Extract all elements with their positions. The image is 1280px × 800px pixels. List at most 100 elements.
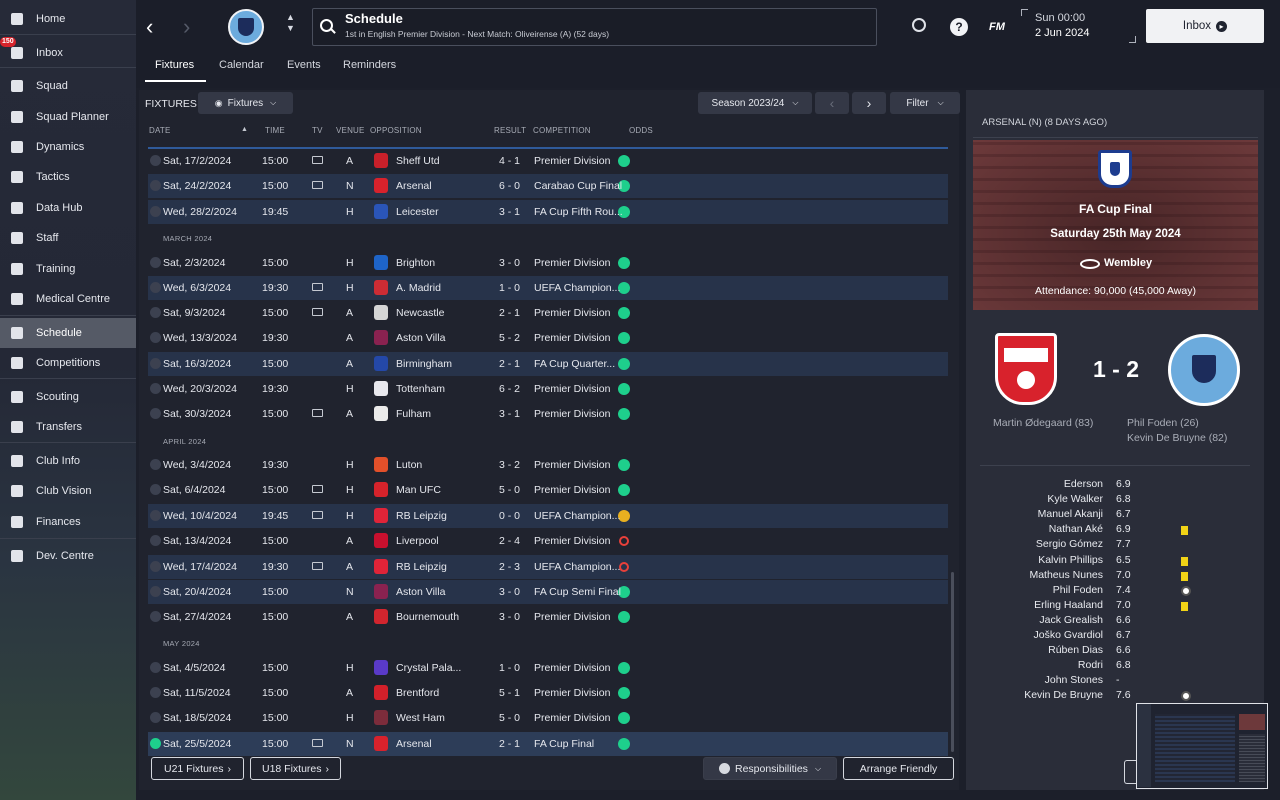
fixture-competition[interactable]: Premier Division: [534, 712, 610, 724]
game-date[interactable]: 2 Jun 2024: [1035, 27, 1089, 39]
fixture-row[interactable]: Sat, 16/3/2024 15:00 A Birmingham 2 - 1 FA Cu…: [148, 352, 948, 376]
player-rating-row[interactable]: Phil Foden 7.4: [975, 584, 1255, 599]
next-season-button[interactable]: ›: [852, 92, 886, 114]
player-rating-row[interactable]: Kyle Walker 6.8: [975, 493, 1255, 508]
fixture-competition[interactable]: Premier Division: [534, 383, 610, 395]
fixture-row[interactable]: Sat, 6/4/2024 15:00 H Man UFC 5 - 0 Premier D…: [148, 478, 948, 502]
fixture-opponent[interactable]: Newcastle: [396, 307, 444, 319]
fixture-competition[interactable]: Premier Division: [534, 257, 610, 269]
sidebar-item-dynamics[interactable]: Dynamics: [0, 132, 136, 162]
fixture-opponent[interactable]: Tottenham: [396, 383, 445, 395]
previous-season-button[interactable]: ‹: [815, 92, 849, 114]
select-checkbox[interactable]: [150, 307, 161, 318]
fixture-competition[interactable]: Premier Division: [534, 611, 610, 623]
fixture-competition[interactable]: Premier Division: [534, 459, 610, 471]
player-rating-row[interactable]: Joško Gvardiol 6.7: [975, 629, 1255, 644]
fixture-row[interactable]: Sat, 25/5/2024 15:00 N Arsenal 2 - 1 FA Cup F…: [148, 732, 948, 756]
fixture-score[interactable]: 2 - 1: [499, 307, 520, 319]
column-header-time[interactable]: TIME: [265, 126, 285, 135]
fixture-score[interactable]: 2 - 3: [499, 561, 520, 573]
season-dropdown[interactable]: Season 2023/24 ⌵: [698, 92, 812, 114]
fixture-competition[interactable]: Premier Division: [534, 687, 610, 699]
player-rating-row[interactable]: Sergio Gómez 7.7: [975, 538, 1255, 553]
club-switch-chevron-icon[interactable]: ▲ ▼: [286, 12, 295, 34]
sidebar-item-medical-centre[interactable]: Medical Centre: [0, 284, 136, 314]
fixture-score[interactable]: 2 - 4: [499, 535, 520, 547]
fixture-competition[interactable]: Premier Division: [534, 332, 610, 344]
sidebar-item-schedule[interactable]: Schedule: [0, 318, 136, 348]
responsibilities-button[interactable]: Responsibilities ⌵: [703, 757, 837, 780]
fixture-opponent[interactable]: Fulham: [396, 408, 431, 420]
arrange-friendly-button[interactable]: Arrange Friendly: [843, 757, 954, 780]
fixture-score[interactable]: 5 - 0: [499, 712, 520, 724]
back-arrow-icon[interactable]: ‹: [146, 14, 153, 40]
fixture-row[interactable]: Sat, 24/2/2024 15:00 N Arsenal 6 - 0 Carabao …: [148, 174, 948, 198]
sidebar-item-inbox[interactable]: Inbox: [0, 38, 136, 68]
fixture-opponent[interactable]: RB Leipzig: [396, 510, 447, 522]
fixture-score[interactable]: 3 - 0: [499, 257, 520, 269]
fixture-opponent[interactable]: Aston Villa: [396, 586, 445, 598]
player-rating-row[interactable]: Matheus Nunes 7.0: [975, 569, 1255, 584]
fixture-row[interactable]: Wed, 10/4/2024 19:45 H RB Leipzig 0 - 0 UEFA …: [148, 504, 948, 528]
fixture-competition[interactable]: Premier Division: [534, 307, 610, 319]
fixture-score[interactable]: 4 - 1: [499, 155, 520, 167]
fixture-row[interactable]: Wed, 6/3/2024 19:30 H A. Madrid 1 - 0 UEFA Ch…: [148, 276, 948, 300]
fixture-competition[interactable]: UEFA Champion...: [534, 561, 620, 573]
fixture-score[interactable]: 3 - 1: [499, 408, 520, 420]
select-checkbox[interactable]: [150, 535, 161, 546]
fixture-opponent[interactable]: Arsenal: [396, 180, 432, 192]
select-checkbox[interactable]: [150, 561, 161, 572]
fixture-opponent[interactable]: West Ham: [396, 712, 445, 724]
column-header-opposition[interactable]: OPPOSITION: [370, 126, 422, 135]
fixture-opponent[interactable]: RB Leipzig: [396, 561, 447, 573]
player-rating-row[interactable]: Rodri 6.8: [975, 659, 1255, 674]
column-header-tv[interactable]: TV: [312, 126, 323, 135]
match-banner[interactable]: FA Cup Final Saturday 25th May 2024 Wemb…: [973, 140, 1258, 310]
column-header-venue[interactable]: VENUE: [336, 126, 365, 135]
fixture-score[interactable]: 5 - 1: [499, 687, 520, 699]
fixture-opponent[interactable]: A. Madrid: [396, 282, 441, 294]
select-checkbox[interactable]: [150, 611, 161, 622]
sidebar-item-finances[interactable]: Finances: [0, 507, 136, 537]
fixture-score[interactable]: 3 - 0: [499, 611, 520, 623]
select-checkbox[interactable]: [150, 155, 161, 166]
fm-logo[interactable]: FM: [989, 21, 1005, 33]
fixture-opponent[interactable]: Aston Villa: [396, 332, 445, 344]
player-rating-row[interactable]: Ederson 6.9: [975, 478, 1255, 493]
fixture-score[interactable]: 5 - 0: [499, 484, 520, 496]
fixture-competition[interactable]: FA Cup Fifth Rou...: [534, 206, 623, 218]
select-checkbox[interactable]: [150, 712, 161, 723]
fixture-score[interactable]: 3 - 2: [499, 459, 520, 471]
player-rating-row[interactable]: Manuel Akanji 6.7: [975, 508, 1255, 523]
sidebar-item-dev-centre[interactable]: Dev. Centre: [0, 541, 136, 571]
final-score[interactable]: 1 - 2: [1084, 356, 1148, 383]
fixture-row[interactable]: Sat, 20/4/2024 15:00 N Aston Villa 3 - 0 FA C…: [148, 580, 948, 604]
player-rating-row[interactable]: Jack Grealish 6.6: [975, 614, 1255, 629]
fixture-opponent[interactable]: Brentford: [396, 687, 439, 699]
select-checkbox[interactable]: [150, 586, 161, 597]
u18-fixtures-button[interactable]: U18 Fixtures ›: [250, 757, 341, 780]
tab-events[interactable]: Events: [287, 59, 321, 71]
u21-fixtures-button[interactable]: U21 Fixtures ›: [151, 757, 244, 780]
select-checkbox[interactable]: [150, 206, 161, 217]
select-checkbox[interactable]: [150, 408, 161, 419]
select-checkbox[interactable]: [150, 662, 161, 673]
fixture-score[interactable]: 2 - 1: [499, 358, 520, 370]
fixture-score[interactable]: 6 - 2: [499, 383, 520, 395]
player-rating-row[interactable]: Nathan Aké 6.9: [975, 523, 1255, 538]
fixture-competition[interactable]: FA Cup Final: [534, 738, 594, 750]
fixture-opponent[interactable]: Crystal Pala...: [396, 662, 461, 674]
fixture-competition[interactable]: FA Cup Quarter...: [534, 358, 615, 370]
fixture-competition[interactable]: Carabao Cup Final: [534, 180, 622, 192]
fixture-opponent[interactable]: Birmingham: [396, 358, 452, 370]
player-rating-row[interactable]: Rúben Dias 6.6: [975, 644, 1255, 659]
select-checkbox[interactable]: [150, 383, 161, 394]
fixture-competition[interactable]: Premier Division: [534, 662, 610, 674]
inbox-continue-button[interactable]: Inbox ▸: [1146, 9, 1264, 43]
minimap-preview[interactable]: [1136, 703, 1268, 789]
select-checkbox[interactable]: [150, 459, 161, 470]
column-header-competition[interactable]: COMPETITION: [533, 126, 591, 135]
fixture-row[interactable]: Wed, 17/4/2024 19:30 A RB Leipzig 2 - 3 UEFA …: [148, 555, 948, 579]
sidebar-item-competitions[interactable]: Competitions: [0, 348, 136, 378]
fixture-competition[interactable]: FA Cup Semi Final: [534, 586, 621, 598]
